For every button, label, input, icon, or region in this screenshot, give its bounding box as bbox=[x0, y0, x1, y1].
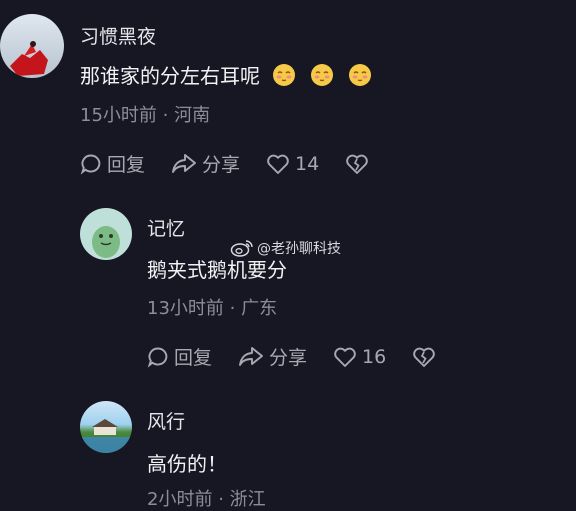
reply-item: 记忆 鹅夹式鹅机要分 13小时前 · 广东 回复 分享 16 bbox=[0, 190, 576, 385]
like-button[interactable]: 16 bbox=[333, 346, 386, 368]
timestamp: 13小时前 bbox=[147, 298, 224, 319]
like-count: 14 bbox=[295, 152, 320, 175]
like-count: 16 bbox=[362, 345, 387, 368]
username[interactable]: 记忆 bbox=[147, 214, 185, 241]
timestamp: 2小时前 bbox=[147, 489, 213, 510]
comment-text: 鹅夹式鹅机要分 bbox=[147, 254, 287, 283]
avatar-image bbox=[10, 41, 48, 76]
avatar-image bbox=[80, 419, 132, 453]
heart-icon bbox=[334, 347, 356, 367]
avatar[interactable] bbox=[80, 401, 132, 453]
share-button[interactable]: 分享 bbox=[171, 150, 240, 177]
comment-meta: 2小时前 · 浙江 bbox=[147, 485, 266, 511]
avatar-image bbox=[92, 226, 120, 258]
watermark: @老孙聊科技 bbox=[230, 238, 341, 258]
avatar[interactable] bbox=[0, 14, 64, 78]
shy-blush-emoji-icon bbox=[273, 63, 295, 86]
meta-separator: · bbox=[218, 489, 230, 510]
comment-text-content: 那谁家的分左右耳呢 bbox=[80, 64, 260, 88]
comment-text: 高伤的！ bbox=[147, 448, 227, 477]
comment-text: 那谁家的分左右耳呢 bbox=[80, 60, 372, 89]
meta-separator: · bbox=[162, 105, 175, 126]
reply-button[interactable]: 回复 bbox=[147, 343, 212, 370]
reply-button[interactable]: 回复 bbox=[80, 150, 145, 177]
comment-actions: 回复 分享 16 bbox=[147, 343, 467, 370]
share-icon bbox=[239, 346, 263, 366]
reply-icon bbox=[80, 154, 101, 175]
weibo-icon bbox=[230, 240, 253, 257]
share-button[interactable]: 分享 bbox=[238, 343, 307, 370]
dislike-button[interactable] bbox=[345, 153, 374, 175]
dislike-button[interactable] bbox=[412, 346, 441, 368]
comment-meta: 15小时前 · 河南 bbox=[80, 101, 210, 127]
like-button[interactable]: 14 bbox=[266, 153, 319, 175]
comment-text-content: 鹅夹式鹅机要分 bbox=[147, 258, 287, 282]
username[interactable]: 习惯黑夜 bbox=[80, 22, 156, 49]
broken-heart-icon bbox=[413, 347, 435, 367]
heart-icon bbox=[267, 154, 289, 174]
location: 浙江 bbox=[229, 489, 266, 510]
shy-blush-emoji-icon bbox=[311, 63, 333, 86]
share-label: 分享 bbox=[269, 347, 308, 369]
reply-label: 回复 bbox=[107, 154, 146, 176]
timestamp: 15小时前 bbox=[80, 105, 157, 126]
broken-heart-icon bbox=[346, 154, 368, 174]
comment-text-content: 高伤的！ bbox=[147, 452, 227, 476]
comment-meta: 13小时前 · 广东 bbox=[147, 294, 277, 320]
meta-separator: · bbox=[229, 298, 242, 319]
shy-blush-emoji-icon bbox=[349, 63, 371, 86]
location: 广东 bbox=[241, 298, 278, 319]
watermark-text: @老孙聊科技 bbox=[257, 241, 341, 257]
location: 河南 bbox=[174, 105, 211, 126]
reply-icon bbox=[147, 347, 168, 368]
reply-item: 风行 高伤的！ 2小时前 · 浙江 bbox=[0, 385, 576, 510]
share-label: 分享 bbox=[202, 154, 241, 176]
reply-label: 回复 bbox=[174, 347, 213, 369]
comment-item: 习惯黑夜 那谁家的分左右耳呢 15小时前 · 河南 回复 分享 14 bbox=[0, 0, 576, 190]
share-icon bbox=[172, 153, 196, 173]
username[interactable]: 风行 bbox=[147, 407, 185, 434]
comment-actions: 回复 分享 14 bbox=[80, 150, 400, 177]
avatar[interactable] bbox=[80, 208, 132, 260]
